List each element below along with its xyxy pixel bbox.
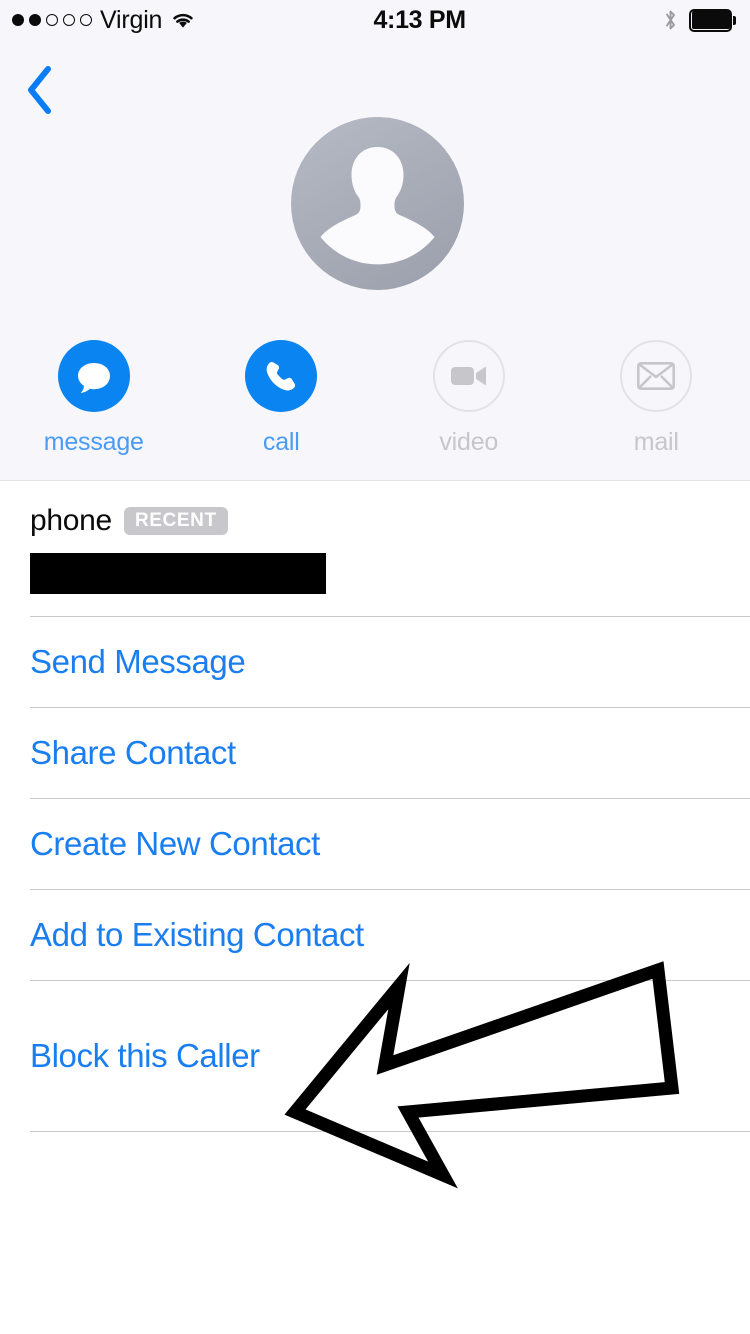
- row-send-message-label: Send Message: [30, 643, 246, 680]
- phone-field-label: phone: [30, 504, 112, 537]
- action-message-label: message: [43, 428, 144, 456]
- row-add-to-existing-contact[interactable]: Add to Existing Contact: [0, 890, 750, 980]
- row-create-new-contact-label: Create New Contact: [30, 825, 320, 862]
- contact-action-buttons: message call video mail: [0, 340, 750, 457]
- recent-badge: RECENT: [123, 507, 228, 535]
- row-block-this-caller[interactable]: Block this Caller: [0, 981, 750, 1131]
- action-mail-label: mail: [633, 428, 679, 456]
- action-video-label: video: [439, 428, 499, 456]
- back-button[interactable]: [8, 58, 72, 122]
- status-bar-right: [663, 8, 736, 32]
- row-block-this-caller-label: Block this Caller: [30, 1037, 260, 1074]
- phone-number-redacted: [30, 553, 326, 594]
- signal-strength-icon: [12, 14, 92, 26]
- contact-header: message call video mail: [0, 40, 750, 481]
- row-share-contact-label: Share Contact: [30, 734, 236, 771]
- action-video: video: [375, 340, 563, 457]
- chevron-left-icon: [25, 65, 55, 115]
- avatar: [291, 117, 464, 290]
- status-bar: Virgin 4:13 PM: [0, 0, 750, 40]
- action-call-label: call: [262, 428, 300, 456]
- divider: [30, 1131, 750, 1132]
- bluetooth-icon: [663, 8, 678, 32]
- action-mail: mail: [563, 340, 750, 457]
- row-send-message[interactable]: Send Message: [0, 617, 750, 707]
- action-call[interactable]: call: [188, 340, 376, 457]
- person-placeholder-avatar-icon: [291, 117, 464, 290]
- action-message[interactable]: message: [0, 340, 188, 457]
- contact-detail-list: phone RECENT Send Message Share Contact …: [0, 482, 750, 1132]
- status-bar-left: Virgin: [12, 5, 196, 34]
- carrier-name: Virgin: [100, 5, 163, 34]
- row-create-new-contact[interactable]: Create New Contact: [0, 799, 750, 889]
- phone-field-header: phone RECENT: [30, 504, 720, 538]
- phone-field[interactable]: phone RECENT: [0, 482, 750, 616]
- row-share-contact[interactable]: Share Contact: [0, 708, 750, 798]
- envelope-icon: [620, 340, 693, 412]
- video-camera-icon: [432, 340, 505, 412]
- message-bubble-icon: [57, 340, 130, 412]
- battery-full-icon: [689, 8, 736, 32]
- phone-handset-icon: [245, 340, 318, 412]
- status-bar-clock: 4:13 PM: [373, 5, 466, 34]
- row-add-to-existing-contact-label: Add to Existing Contact: [30, 916, 364, 953]
